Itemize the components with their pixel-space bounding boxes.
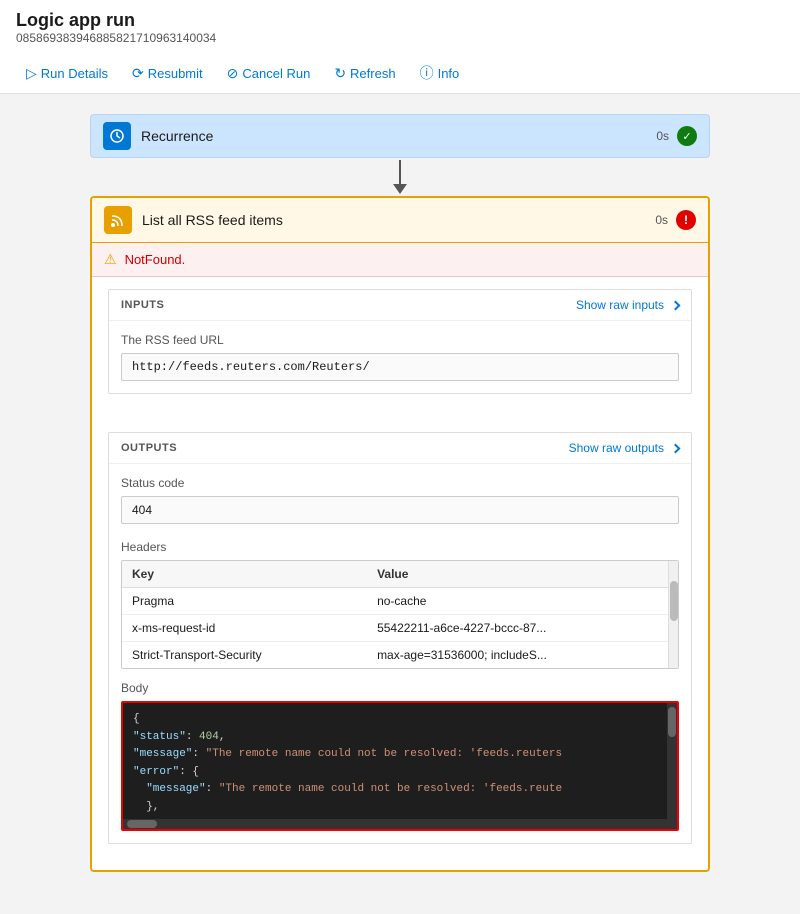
header-key-cell: x-ms-request-id [122,615,367,642]
body-line-1: { [133,711,667,729]
error-message: NotFound. [125,252,186,267]
resubmit-button[interactable]: ⟳ Resubmit [122,61,213,86]
body-section: Body { "status": 404, "message": "The re… [109,681,691,843]
body-line-4: "error": { [133,764,667,782]
table-row: Strict-Transport-Securitymax-age=3153600… [122,642,678,669]
headers-col-value: Value [367,561,678,588]
code-scrollbar[interactable] [667,703,677,829]
code-hscrollbar[interactable] [123,819,667,829]
outputs-section-box: OUTPUTS Show raw outputs Status code 404… [108,432,692,844]
arrow-line [399,160,401,184]
body-code-container: { "status": 404, "message": "The remote … [121,701,679,831]
recurrence-duration: 0s [656,129,669,143]
cancel-icon: ⊘ [227,65,239,82]
info-button[interactable]: ⓘ Info [410,59,470,87]
header-value-cell: 55422211-a6ce-4227-bccc-87... [367,615,678,642]
show-raw-outputs-link[interactable]: Show raw outputs [569,441,679,455]
show-raw-inputs-link[interactable]: Show raw inputs [576,298,679,312]
run-details-button[interactable]: ▷ Run Details [16,61,118,86]
outputs-section-body: Status code 404 [109,464,691,536]
headers-label: Headers [121,540,679,554]
outputs-section-header: OUTPUTS Show raw outputs [109,433,691,464]
page-subtitle: 085869383946885821710963140034 [16,31,784,45]
table-row: Pragmano-cache [122,588,678,615]
arrow-head [393,184,407,194]
header-value-cell: no-cache [367,588,678,615]
body-line-5: "message": "The remote name could not be… [133,781,667,799]
inputs-section-box: INPUTS Show raw inputs The RSS feed URL … [108,289,692,394]
headers-table-container: Key Value Pragmano-cachex-ms-request-id5… [121,560,679,669]
page-header: Logic app run 08586938394688582171096314… [0,0,800,94]
rss-feed-label: The RSS feed URL [121,333,679,347]
status-code-label: Status code [121,476,679,490]
rss-feed-value: http://feeds.reuters.com/Reuters/ [121,353,679,381]
inputs-section-body: The RSS feed URL http://feeds.reuters.co… [109,321,691,393]
recurrence-status-icon: ✓ [677,126,697,146]
code-scrollbar-thumb [668,707,676,737]
header-key-cell: Pragma [122,588,367,615]
chevron-right-outputs-icon [671,443,681,453]
recurrence-label: Recurrence [141,128,656,144]
headers-section: Headers Key Value Pragmano- [109,540,691,681]
headers-table: Key Value Pragmano-cachex-ms-request-id5… [122,561,678,668]
rss-block: List all RSS feed items 0s ! ⚠ NotFound.… [90,196,710,872]
warning-icon: ⚠ [104,251,117,268]
rss-icon [104,206,132,234]
chevron-right-icon [671,300,681,310]
body-line-2: "status": 404, [133,729,667,747]
table-row: x-ms-request-id55422211-a6ce-4227-bccc-8… [122,615,678,642]
inputs-section-container: INPUTS Show raw inputs The RSS feed URL … [92,277,708,420]
page-title: Logic app run [16,10,784,31]
flow-arrow [393,160,407,194]
headers-scrollbar-thumb [670,581,678,621]
refresh-icon: ↻ [334,65,346,82]
headers-scrollbar[interactable] [668,561,678,668]
body-label: Body [121,681,679,695]
cancel-run-button[interactable]: ⊘ Cancel Run [217,61,321,86]
outputs-section-title: OUTPUTS [121,442,177,454]
header-key-cell: Strict-Transport-Security [122,642,367,669]
rss-header[interactable]: List all RSS feed items 0s ! [92,198,708,243]
body-line-6: }, [133,799,667,817]
rss-duration: 0s [655,213,668,227]
recurrence-block[interactable]: Recurrence 0s ✓ [90,114,710,158]
status-code-value: 404 [121,496,679,524]
error-banner: ⚠ NotFound. [92,243,708,277]
recurrence-icon [103,122,131,150]
headers-col-key: Key [122,561,367,588]
code-hscrollbar-thumb [127,820,157,828]
rss-status-icon: ! [676,210,696,230]
info-icon: ⓘ [420,63,434,83]
inputs-section-header: INPUTS Show raw inputs [109,290,691,321]
main-content: Recurrence 0s ✓ List all RSS feed items [0,94,800,914]
run-details-icon: ▷ [26,65,37,82]
flow-container: Recurrence 0s ✓ List all RSS feed items [40,114,760,872]
resubmit-icon: ⟳ [132,65,144,82]
body-line-3: "message": "The remote name could not be… [133,746,667,764]
rss-label: List all RSS feed items [142,212,655,228]
toolbar: ▷ Run Details ⟳ Resubmit ⊘ Cancel Run ↻ … [16,53,784,93]
refresh-button[interactable]: ↻ Refresh [324,61,405,86]
header-value-cell: max-age=31536000; includeS... [367,642,678,669]
inputs-section-title: INPUTS [121,299,164,311]
outputs-section-container: OUTPUTS Show raw outputs Status code 404… [92,420,708,870]
